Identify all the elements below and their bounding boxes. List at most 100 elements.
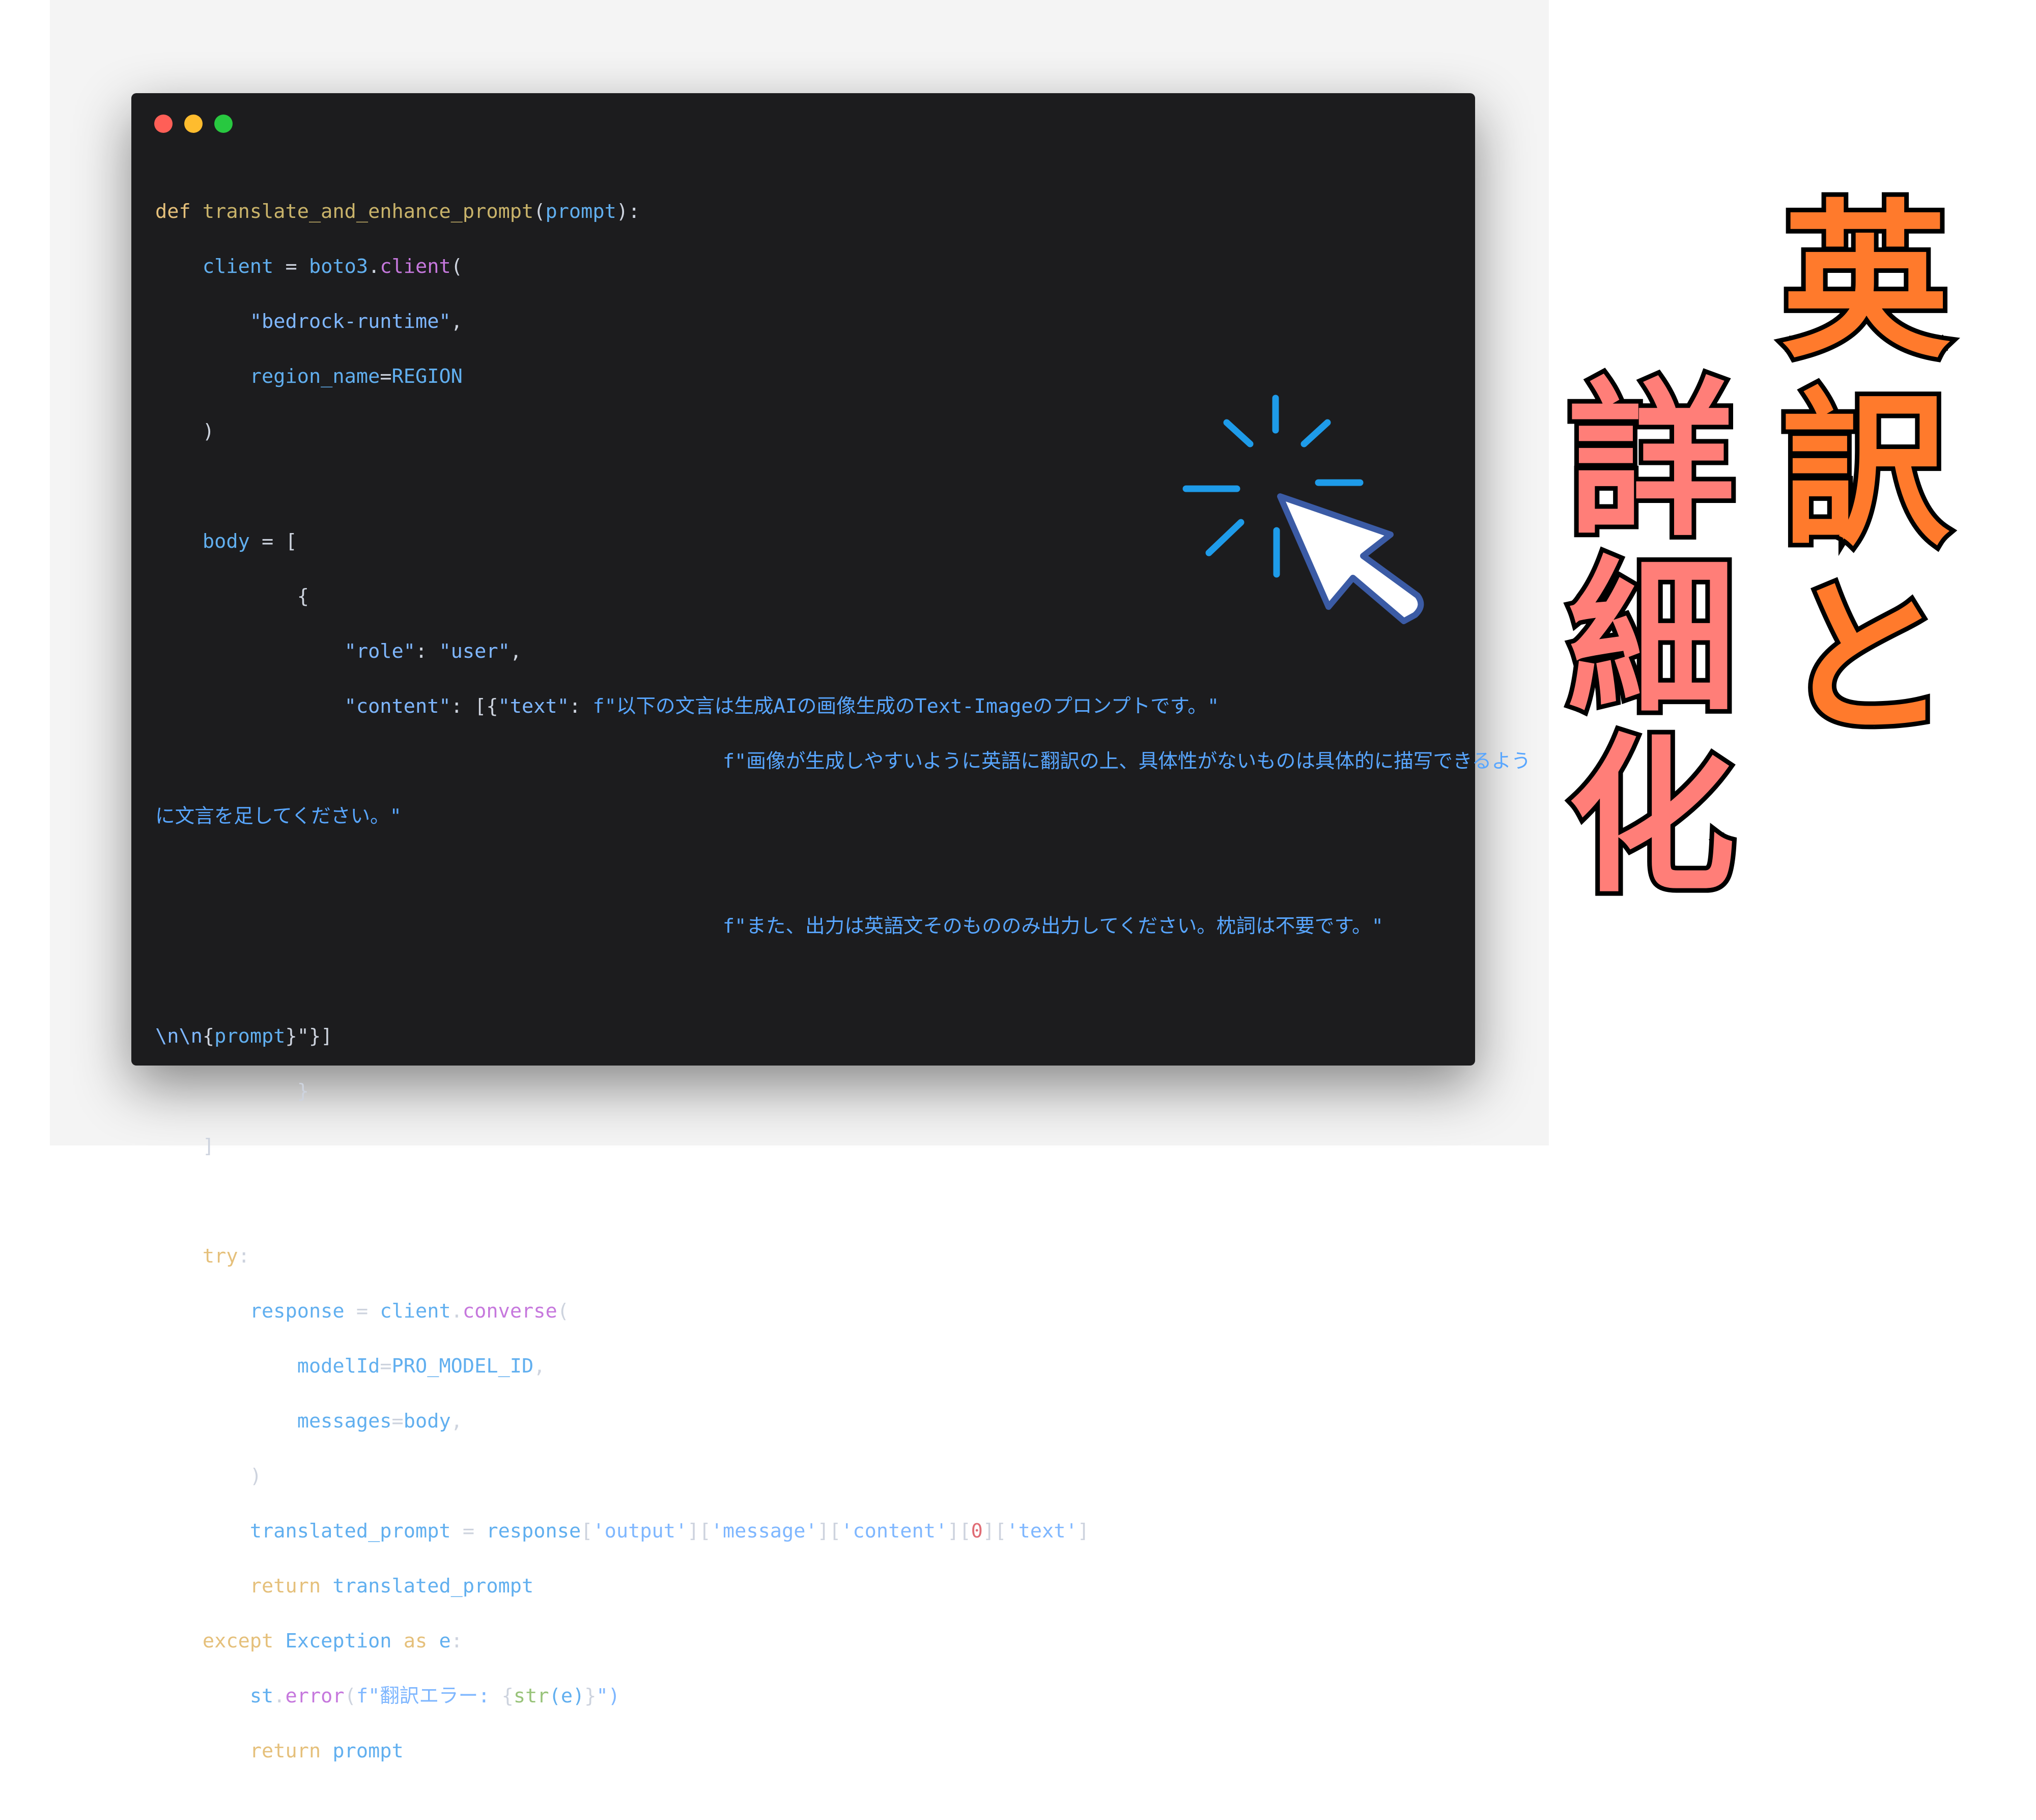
comma: ,	[450, 1410, 463, 1433]
colon: :	[238, 1245, 250, 1268]
operator: =	[285, 255, 297, 278]
variable: client	[202, 255, 274, 278]
brace: }	[584, 1685, 597, 1707]
code-line-22: modelId=PRO_MODEL_ID,	[155, 1353, 1531, 1380]
code-line-17: }	[155, 1078, 1531, 1105]
code-line-28: st.error(f"翻訳エラー: {str(e)}")	[155, 1683, 1531, 1710]
variable: prompt	[214, 1025, 286, 1048]
title-char-to: と	[1777, 562, 1954, 757]
variable: response	[249, 1300, 345, 1323]
title-char-sai: 細	[1563, 541, 1740, 737]
string-literal: f"翻訳エラー:	[356, 1685, 502, 1707]
object-name: response	[486, 1520, 581, 1543]
maximize-window-button[interactable]	[214, 115, 233, 133]
code-line-24: )	[155, 1463, 1531, 1490]
class-name: Exception	[285, 1630, 392, 1653]
code-line-27: except Exception as e:	[155, 1628, 1531, 1655]
method-name: error	[285, 1685, 345, 1707]
string-literal: "bedrock-runtime"	[249, 310, 451, 333]
dict-key: "content"	[344, 695, 451, 718]
comma: ,	[533, 1355, 546, 1378]
bracket: [	[285, 530, 297, 553]
escape-sequence: \n\n	[155, 1025, 203, 1048]
string-literal: 'output'	[592, 1520, 688, 1543]
string-literal: ")	[596, 1685, 620, 1707]
mouse-pointer-click-icon	[1277, 493, 1424, 624]
title-char-yaku: 訳	[1777, 373, 1954, 569]
keyword-except: except	[202, 1630, 274, 1653]
code-line-20: try:	[155, 1243, 1531, 1270]
comma: ,	[450, 310, 463, 333]
variable: body	[202, 530, 250, 553]
title-left-column: 詳 細 化	[1547, 363, 1756, 915]
cursor-click-illustration	[1182, 395, 1424, 624]
close-window-button[interactable]	[154, 115, 173, 133]
bracket: ][	[817, 1520, 841, 1543]
colon: :	[415, 640, 428, 663]
string-literal: "user"	[439, 640, 510, 663]
object-name: st	[249, 1685, 274, 1707]
code-line-4: region_name=REGION	[155, 363, 1531, 390]
keyword-argument: messages	[297, 1410, 392, 1433]
title-right-column: 英 訳 と	[1761, 185, 1970, 764]
bracket: ][	[947, 1520, 971, 1543]
operator: =	[462, 1520, 475, 1543]
bracket: ][	[982, 1520, 1007, 1543]
constant: PRO_MODEL_ID	[391, 1355, 534, 1378]
variable: translated_prompt	[249, 1520, 451, 1543]
keyword-return: return	[249, 1740, 321, 1762]
title-char-shou: 詳	[1563, 363, 1740, 558]
bracket: ]	[202, 1135, 215, 1158]
string-literal: 'text'	[1006, 1520, 1078, 1543]
prompt-string-line-1: f"以下の文言は生成AIの画像生成のText-Imageのプロンプトです。"	[592, 695, 1220, 718]
minimize-window-button[interactable]	[184, 115, 203, 133]
code-line-26: return translated_prompt	[155, 1573, 1531, 1600]
code-line-3: "bedrock-runtime",	[155, 308, 1531, 335]
variable: e	[439, 1630, 451, 1653]
brace: }	[297, 1080, 309, 1103]
keyword-try: try	[202, 1245, 238, 1268]
keyword-as: as	[403, 1630, 428, 1653]
variable: body	[403, 1410, 451, 1433]
operator: =	[380, 365, 392, 388]
paren: (	[450, 255, 463, 278]
code-line-10: "content": [{"text": f"以下の文言は生成AIの画像生成のT…	[155, 693, 1531, 720]
string-literal: 'message'	[711, 1520, 817, 1543]
code-line-14: f"また、出力は英語文そのもののみ出力してください。枕詞は不要です。"	[155, 913, 1531, 940]
title-char-ka: 化	[1563, 719, 1740, 915]
constant: REGION	[391, 365, 463, 388]
bracket: [	[581, 1520, 593, 1543]
bracket: ][	[687, 1520, 711, 1543]
keyword-argument: modelId	[297, 1355, 380, 1378]
dict-key: "text"	[498, 695, 569, 718]
code-line-21: response = client.converse(	[155, 1298, 1531, 1325]
variable: translated_prompt	[332, 1575, 534, 1598]
prompt-string-line-2: f"画像が生成しやすいように英語に翻訳の上、具体性がないものは具体的に描写できる…	[722, 750, 1531, 773]
window-controls	[154, 115, 233, 133]
brace: {	[501, 1685, 514, 1707]
paren: )	[249, 1465, 262, 1488]
title-char-ei: 英	[1777, 185, 1954, 380]
code-line-23: messages=body,	[155, 1408, 1531, 1435]
param-name: prompt	[545, 200, 616, 223]
code-line-12: に文言を足してください。"	[155, 803, 1531, 830]
code-line-25: translated_prompt = response['output']['…	[155, 1518, 1531, 1545]
dict-key: "role"	[344, 640, 415, 663]
code-line-29: return prompt	[155, 1738, 1531, 1765]
method-name: client	[380, 255, 451, 278]
module-name: boto3	[308, 255, 369, 278]
operator: =	[391, 1410, 404, 1433]
prompt-string-line-2-wrap: に文言を足してください。"	[155, 805, 402, 828]
code-line-18: ]	[155, 1133, 1531, 1160]
code-line-16: \n\n{prompt}"}]	[155, 1023, 1531, 1050]
paren: (	[344, 1685, 356, 1707]
argument: (e)	[549, 1685, 585, 1707]
number-literal: 0	[971, 1520, 983, 1543]
paren: (	[557, 1300, 569, 1323]
operator: =	[262, 530, 274, 553]
colon: :	[450, 1630, 463, 1653]
prompt-string-line-3: f"また、出力は英語文そのもののみ出力してください。枕詞は不要です。"	[722, 915, 1383, 938]
